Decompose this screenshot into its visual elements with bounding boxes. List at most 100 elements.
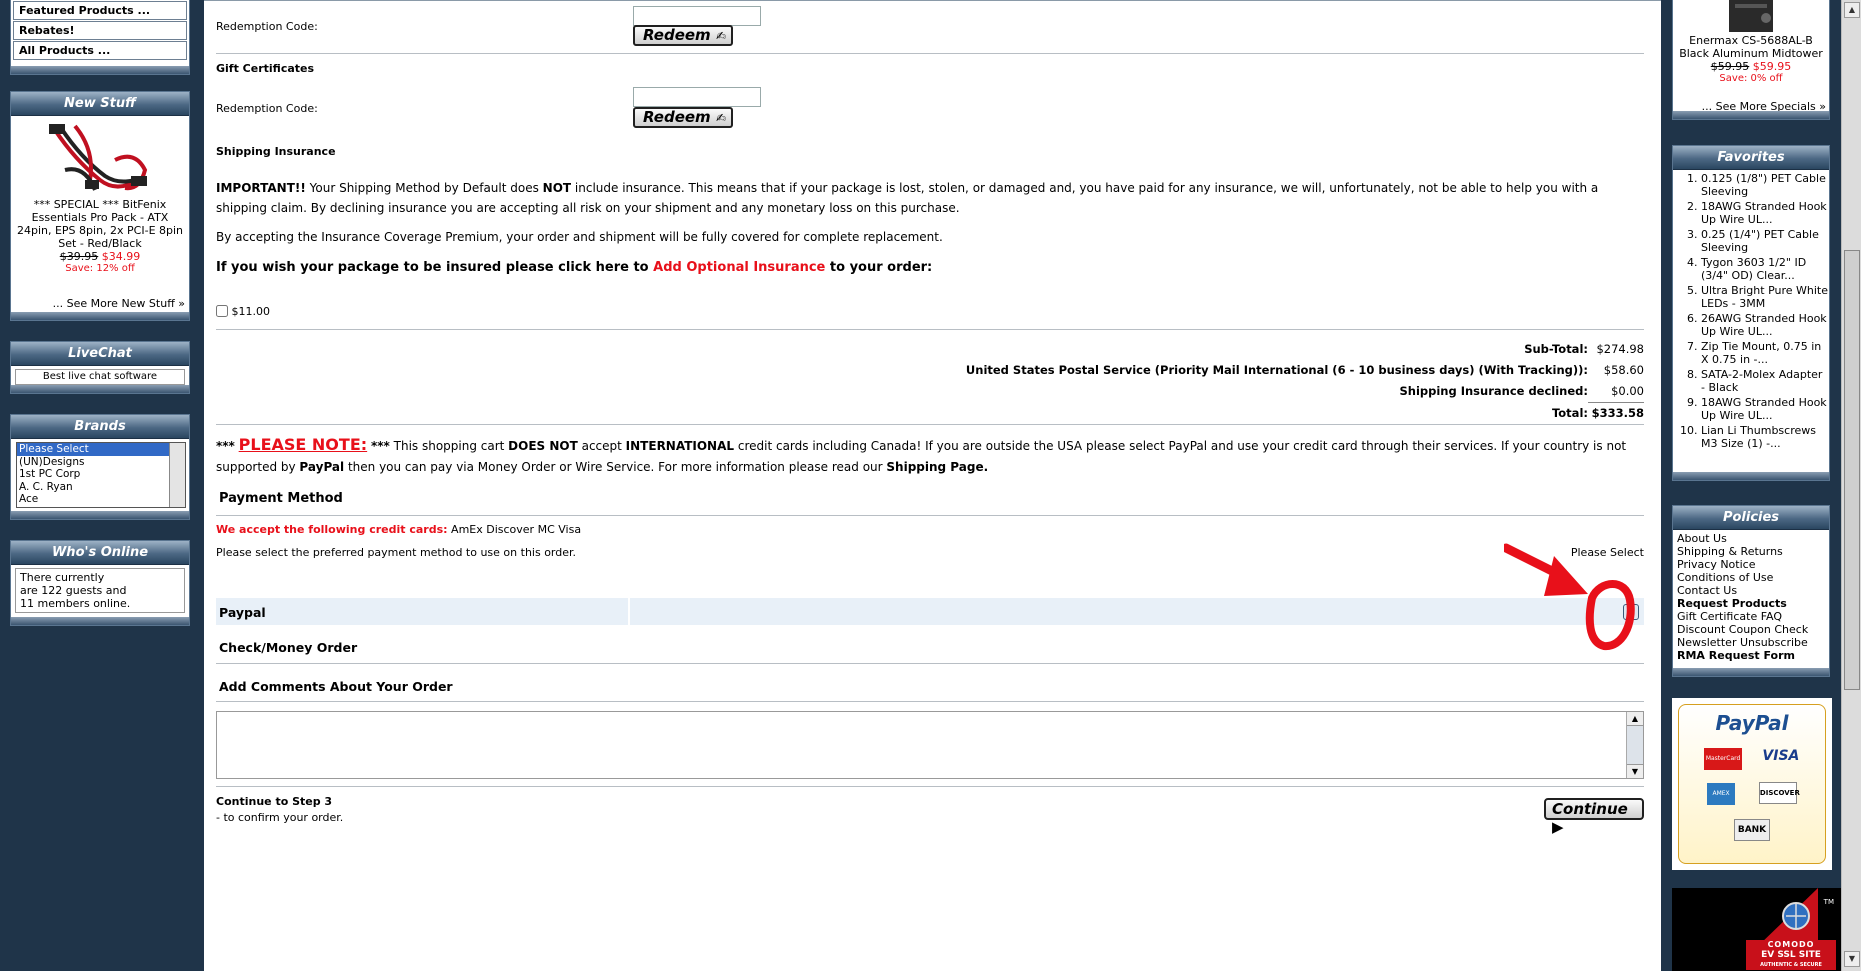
policy-link[interactable]: Gift Certificate FAQ <box>1677 610 1825 623</box>
favorite-item[interactable]: Zip Tie Mount, 0.75 in X 0.75 in -... <box>1701 340 1829 366</box>
ssl-brand: COMODO <box>1767 940 1815 949</box>
whos-online-title: Who's Online <box>11 541 189 565</box>
special-product[interactable]: Enermax CS-5688AL-B Black Aluminum Midto… <box>1673 34 1829 60</box>
discover-icon: DISCOVER <box>1758 782 1800 804</box>
scroll-down-arrow[interactable]: ▼ <box>1844 951 1860 967</box>
payment-method-heading: Payment Method <box>219 491 343 506</box>
scroll-thumb[interactable] <box>1844 250 1860 690</box>
visa-icon: VISA <box>1762 748 1800 764</box>
redeem-label: Redeem <box>643 26 711 44</box>
brand-option[interactable]: (UN)Designs <box>17 456 185 469</box>
case-image[interactable] <box>1721 0 1781 34</box>
policy-link[interactable]: Conditions of Use <box>1677 571 1825 584</box>
totals-row: Sub-Total: $274.98 <box>1524 342 1644 356</box>
favorite-item[interactable]: 18AWG Stranded Hook Up Wire UL... <box>1701 396 1829 422</box>
redeem-button[interactable]: Redeem ✍ <box>633 25 733 46</box>
redemption-code-input[interactable] <box>633 6 761 26</box>
favorite-item[interactable]: 0.125 (1/8") PET Cable Sleeving <box>1701 172 1829 198</box>
brands-select[interactable]: Please Select (UN)Designs 1st PC Corp A.… <box>16 442 186 508</box>
right-sidebar: Enermax CS-5688AL-B Black Aluminum Midto… <box>1661 0 1861 971</box>
cable-kit-image[interactable] <box>45 120 155 198</box>
favorite-item[interactable]: Ultra Bright Pure White LEDs - 3MM <box>1701 284 1829 310</box>
brands-title: Brands <box>11 415 189 439</box>
brand-option[interactable]: A. C. Ryan <box>17 481 185 494</box>
policy-link[interactable]: Shipping & Returns <box>1677 545 1825 558</box>
insurance-offer-text: If you wish your package to be insured p… <box>216 260 933 275</box>
specials-box: Enermax CS-5688AL-B Black Aluminum Midto… <box>1672 0 1830 120</box>
special-old-price: $59.95 <box>1710 60 1750 73</box>
redemption-label: Redemption Code: <box>216 20 318 33</box>
redeem-button[interactable]: Redeem ✍ <box>633 107 733 128</box>
brand-option[interactable]: Ace <box>17 493 185 506</box>
favorite-item[interactable]: 26AWG Stranded Hook Up Wire UL... <box>1701 312 1829 338</box>
livechat-box: LiveChat Best live chat software <box>10 341 190 394</box>
whos-online-line: There currently <box>20 571 105 584</box>
gift-certificates-heading: Gift Certificates <box>216 62 315 75</box>
paypal-badge[interactable]: PayPal MasterCard VISA AMEX DISCOVER BAN… <box>1672 698 1832 870</box>
confirm-order-text: - to confirm your order. <box>216 811 344 824</box>
new-stuff-save: Save: 12% off <box>65 263 135 274</box>
policy-link[interactable]: Contact Us <box>1677 584 1825 597</box>
check-money-order-label[interactable]: Check/Money Order <box>216 640 1644 655</box>
policy-link[interactable]: Newsletter Unsubscribe <box>1677 636 1825 649</box>
favorite-item[interactable]: Lian Li Thumbscrews M3 Size (1) -... <box>1701 424 1829 450</box>
shipping-page-link[interactable]: Shipping Page. <box>886 460 988 474</box>
policies-box: Policies About Us Shipping & Returns Pri… <box>1672 505 1830 677</box>
comments-textarea[interactable]: ▲ ▼ <box>216 711 1644 779</box>
favorites-box: Favorites 0.125 (1/8") PET Cable Sleevin… <box>1672 145 1830 481</box>
policies-title: Policies <box>1673 506 1829 530</box>
annotation-circle <box>1585 580 1635 651</box>
paypal-logo: PayPal <box>1715 711 1789 735</box>
pen-icon: ✍ <box>715 29 726 43</box>
textarea-scrollbar[interactable]: ▲ ▼ <box>1626 712 1643 778</box>
brand-option[interactable]: 1st PC Corp <box>17 468 185 481</box>
comodo-ssl-badge[interactable]: TM COMODO EV SSL SITE AUTHENTIC & SECURE <box>1672 888 1842 971</box>
favorite-item[interactable]: Tygon 3603 1/2" ID (3/4" OD) Clear... <box>1701 256 1829 282</box>
policy-link[interactable]: Request Products <box>1677 597 1825 610</box>
policy-link[interactable]: Privacy Notice <box>1677 558 1825 571</box>
bank-icon: BANK <box>1734 819 1770 841</box>
gift-code-input[interactable] <box>633 87 761 107</box>
whos-online-line: 11 members online. <box>20 597 131 610</box>
brand-option[interactable]: Please Select <box>17 443 169 456</box>
insurance-price: $11.00 <box>231 305 271 318</box>
new-stuff-box: New Stuff *** SPECIAL *** BitFenix Essen… <box>10 91 190 321</box>
new-stuff-product[interactable]: *** SPECIAL *** BitFenix Essentials Pro … <box>11 198 189 250</box>
ssl-line1: EV SSL SITE <box>1761 950 1821 960</box>
favorite-item[interactable]: 18AWG Stranded Hook Up Wire UL... <box>1701 200 1829 226</box>
insurance-important-text: IMPORTANT!! Your Shipping Method by Defa… <box>216 181 1599 215</box>
checkout-main: Redemption Code: Redeem ✍ Gift Certifica… <box>204 0 1661 971</box>
payment-row-paypal[interactable]: Paypal <box>216 597 1644 626</box>
ssl-line2: AUTHENTIC & SECURE <box>1760 962 1822 968</box>
shipping-insurance-heading: Shipping Insurance <box>216 145 336 158</box>
we-accept-label: We accept the following credit cards: <box>216 523 448 536</box>
add-insurance-link[interactable]: Add Optional Insurance <box>653 260 825 275</box>
please-note-text: *** PLEASE NOTE: *** This shopping cart … <box>216 435 1627 474</box>
accepted-cards: AmEx Discover MC Visa <box>451 523 582 536</box>
whos-online-box: Who's Online There currently are 122 gue… <box>10 540 190 626</box>
page-scrollbar[interactable]: ▲ ▼ <box>1841 0 1861 971</box>
order-totals: Sub-Total: $274.98 United States Postal S… <box>966 339 1644 424</box>
continue-button[interactable]: Continue ▶ <box>1544 798 1644 836</box>
continue-step-text: Continue to Step 3 <box>216 795 333 808</box>
featured-products-link[interactable]: Featured Products ... <box>13 1 187 20</box>
policy-link[interactable]: About Us <box>1677 532 1825 545</box>
whos-online-line: are 122 guests and <box>20 584 127 597</box>
all-products-link[interactable]: All Products ... <box>13 41 187 60</box>
policy-link[interactable]: RMA Request Form <box>1677 649 1825 662</box>
favorite-item[interactable]: 0.25 (1/4") PET Cable Sleeving <box>1701 228 1829 254</box>
comodo-globe-icon <box>1756 888 1818 948</box>
insurance-checkbox[interactable] <box>216 305 228 317</box>
policy-link[interactable]: Discount Coupon Check <box>1677 623 1825 636</box>
mastercard-icon: MasterCard <box>1704 748 1743 770</box>
scroll-up-arrow[interactable]: ▲ <box>1844 2 1860 18</box>
totals-row: United States Postal Service (Priority M… <box>965 363 1644 377</box>
brands-scrollbar[interactable] <box>169 443 185 507</box>
select-payment-text: Please select the preferred payment meth… <box>216 546 577 559</box>
livechat-link[interactable]: Best live chat software <box>15 369 185 385</box>
rebates-link[interactable]: Rebates! <box>13 21 187 40</box>
special-new-price: $59.95 <box>1752 60 1792 73</box>
see-more-new-stuff-link[interactable]: ... See More New Stuff » <box>53 297 185 310</box>
favorite-item[interactable]: SATA-2-Molex Adapter - Black <box>1701 368 1829 394</box>
new-stuff-new-price: $34.99 <box>101 250 141 263</box>
